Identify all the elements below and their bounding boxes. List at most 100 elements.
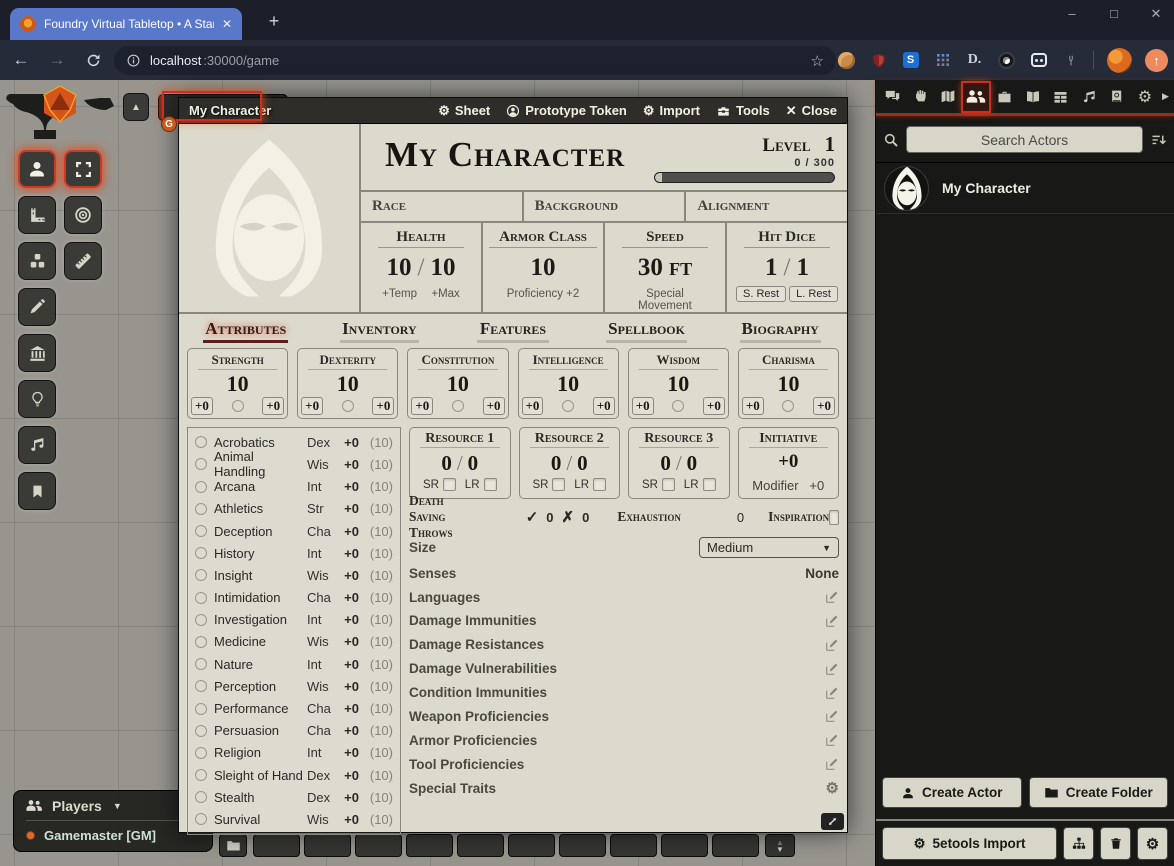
robot-extension[interactable]	[1029, 51, 1048, 70]
skill-proficiency-radio[interactable]	[195, 769, 207, 781]
macro-slot[interactable]	[712, 834, 759, 857]
folder-tree-button[interactable]	[1063, 827, 1094, 860]
config-gear-icon[interactable]: ⚙	[826, 779, 839, 797]
ability-save[interactable]: +0	[632, 397, 654, 415]
speed-block[interactable]: Speed 30 ft Special Movement	[603, 223, 725, 312]
character-name[interactable]: My Character	[385, 132, 654, 190]
tab-inventory[interactable]: Inventory	[313, 319, 447, 343]
skill-row[interactable]: StealthDex+0(10)	[195, 786, 393, 808]
race-field[interactable]: Race	[361, 192, 522, 221]
dice-tool[interactable]	[18, 242, 56, 280]
window-resize-handle[interactable]	[821, 813, 844, 830]
tab-features[interactable]: Features	[446, 319, 580, 343]
death-success-count[interactable]: 0	[546, 510, 553, 525]
session-extension[interactable]: S	[901, 51, 920, 70]
macro-slot[interactable]	[406, 834, 453, 857]
skill-row[interactable]: Sleight of HandDex+0(10)	[195, 764, 393, 786]
macro-page-button[interactable]: ▲ ▼	[765, 834, 795, 857]
initiative-block[interactable]: Initiative +0 Modifier +0	[738, 427, 840, 499]
skill-row[interactable]: PerformanceCha+0(10)	[195, 697, 393, 719]
ability-save[interactable]: +0	[742, 397, 764, 415]
browser-tab[interactable]: Foundry Virtual Tabletop • A Stan ✕	[10, 8, 242, 40]
ability-dexterity[interactable]: Dexterity10+0+0	[297, 348, 398, 419]
resource-value[interactable]: 0/0	[634, 451, 724, 476]
macro-slot[interactable]	[355, 834, 402, 857]
ability-mod[interactable]: +0	[372, 397, 394, 415]
skill-proficiency-radio[interactable]	[195, 747, 207, 759]
sidebar-tab-combat[interactable]	[906, 82, 934, 112]
skill-proficiency-radio[interactable]	[195, 436, 207, 448]
ability-mod[interactable]: +0	[703, 397, 725, 415]
ability-mod[interactable]: +0	[483, 397, 505, 415]
macro-slot[interactable]	[661, 834, 708, 857]
skill-row[interactable]: HistoryInt+0(10)	[195, 542, 393, 564]
sr-checkbox[interactable]	[443, 478, 456, 491]
lr-checkbox[interactable]	[484, 478, 497, 491]
close-button[interactable]: ✕Close	[786, 103, 837, 119]
xp-text[interactable]: 0 / 300	[654, 157, 835, 169]
ability-charisma[interactable]: Charisma10+0+0	[738, 348, 839, 419]
armor-class-block[interactable]: Armor Class 10 Proficiency +2	[481, 223, 603, 312]
ability-mod[interactable]: +0	[813, 397, 835, 415]
ability-wisdom[interactable]: Wisdom10+0+0	[628, 348, 729, 419]
profile-avatar[interactable]	[1107, 48, 1132, 73]
sidebar-tab-scenes[interactable]	[934, 82, 962, 112]
ability-constitution[interactable]: Constitution10+0+0	[407, 348, 508, 419]
create-folder-button[interactable]: Create Folder	[1029, 777, 1169, 808]
ability-score[interactable]: 10	[411, 372, 504, 396]
macro-slot[interactable]	[559, 834, 606, 857]
skill-proficiency-radio[interactable]	[195, 547, 207, 559]
tab-close-icon[interactable]: ✕	[222, 17, 232, 31]
import-button[interactable]: ⚙Import	[643, 103, 700, 119]
proficiency-radio[interactable]	[672, 400, 684, 412]
sidebar-tab-playlists[interactable]	[1075, 82, 1103, 112]
actor-list-item[interactable]: My Character	[876, 162, 1174, 214]
skill-row[interactable]: PerceptionWis+0(10)	[195, 675, 393, 697]
edit-pencil-icon[interactable]	[825, 638, 839, 652]
lr-checkbox[interactable]	[703, 478, 716, 491]
resource-1[interactable]: Resource 10/0SR LR	[409, 427, 511, 499]
edit-pencil-icon[interactable]	[825, 590, 839, 604]
sheet-button[interactable]: ⚙Sheet	[438, 103, 490, 119]
skill-row[interactable]: DeceptionCha+0(10)	[195, 520, 393, 542]
ability-intelligence[interactable]: Intelligence10+0+0	[518, 348, 619, 419]
skill-proficiency-radio[interactable]	[195, 725, 207, 737]
window-close-button[interactable]: ✕	[1146, 6, 1166, 22]
ability-score[interactable]: 10	[191, 372, 284, 396]
bookmark-star-icon[interactable]: ☆	[811, 52, 824, 70]
new-tab-button[interactable]: +	[262, 10, 286, 34]
ability-save[interactable]: +0	[522, 397, 544, 415]
cookie-extension[interactable]	[837, 51, 856, 70]
macro-slot[interactable]	[508, 834, 555, 857]
search-actors-input[interactable]	[906, 126, 1143, 153]
resource-2[interactable]: Resource 20/0SR LR	[519, 427, 621, 499]
sort-filter-icon[interactable]	[1150, 132, 1167, 148]
ability-score[interactable]: 10	[301, 372, 394, 396]
death-success-icon[interactable]: ✓	[526, 508, 539, 526]
temp-hp-field[interactable]: +Temp	[382, 288, 417, 300]
proficiency-radio[interactable]	[562, 400, 574, 412]
sidebar-tab-tables[interactable]	[1047, 82, 1075, 112]
ability-score[interactable]: 10	[742, 372, 835, 396]
resource-value[interactable]: 0/0	[415, 451, 505, 476]
skill-row[interactable]: InvestigationInt+0(10)	[195, 609, 393, 631]
skill-proficiency-radio[interactable]	[195, 791, 207, 803]
skill-row[interactable]: IntimidationCha+0(10)	[195, 587, 393, 609]
forward-button[interactable]: →	[42, 50, 72, 70]
macro-slot[interactable]	[610, 834, 657, 857]
sr-checkbox[interactable]	[552, 478, 565, 491]
skill-proficiency-radio[interactable]	[195, 503, 207, 515]
inspiration-checkbox[interactable]	[829, 510, 839, 525]
macro-slot[interactable]	[304, 834, 351, 857]
delete-trash-button[interactable]	[1100, 827, 1131, 860]
tab-attributes[interactable]: Attributes	[179, 319, 313, 343]
skill-row[interactable]: Animal HandlingWis+0(10)	[195, 453, 393, 475]
d-extension[interactable]: D.	[965, 51, 984, 70]
macro-slot[interactable]	[457, 834, 504, 857]
long-rest-button[interactable]: L. Rest	[789, 286, 838, 302]
proficiency-radio[interactable]	[232, 400, 244, 412]
edit-pencil-icon[interactable]	[825, 733, 839, 747]
sounds-tool[interactable]	[18, 426, 56, 464]
sidebar-tab-chat[interactable]	[878, 82, 906, 112]
measure-tool[interactable]	[18, 196, 56, 234]
